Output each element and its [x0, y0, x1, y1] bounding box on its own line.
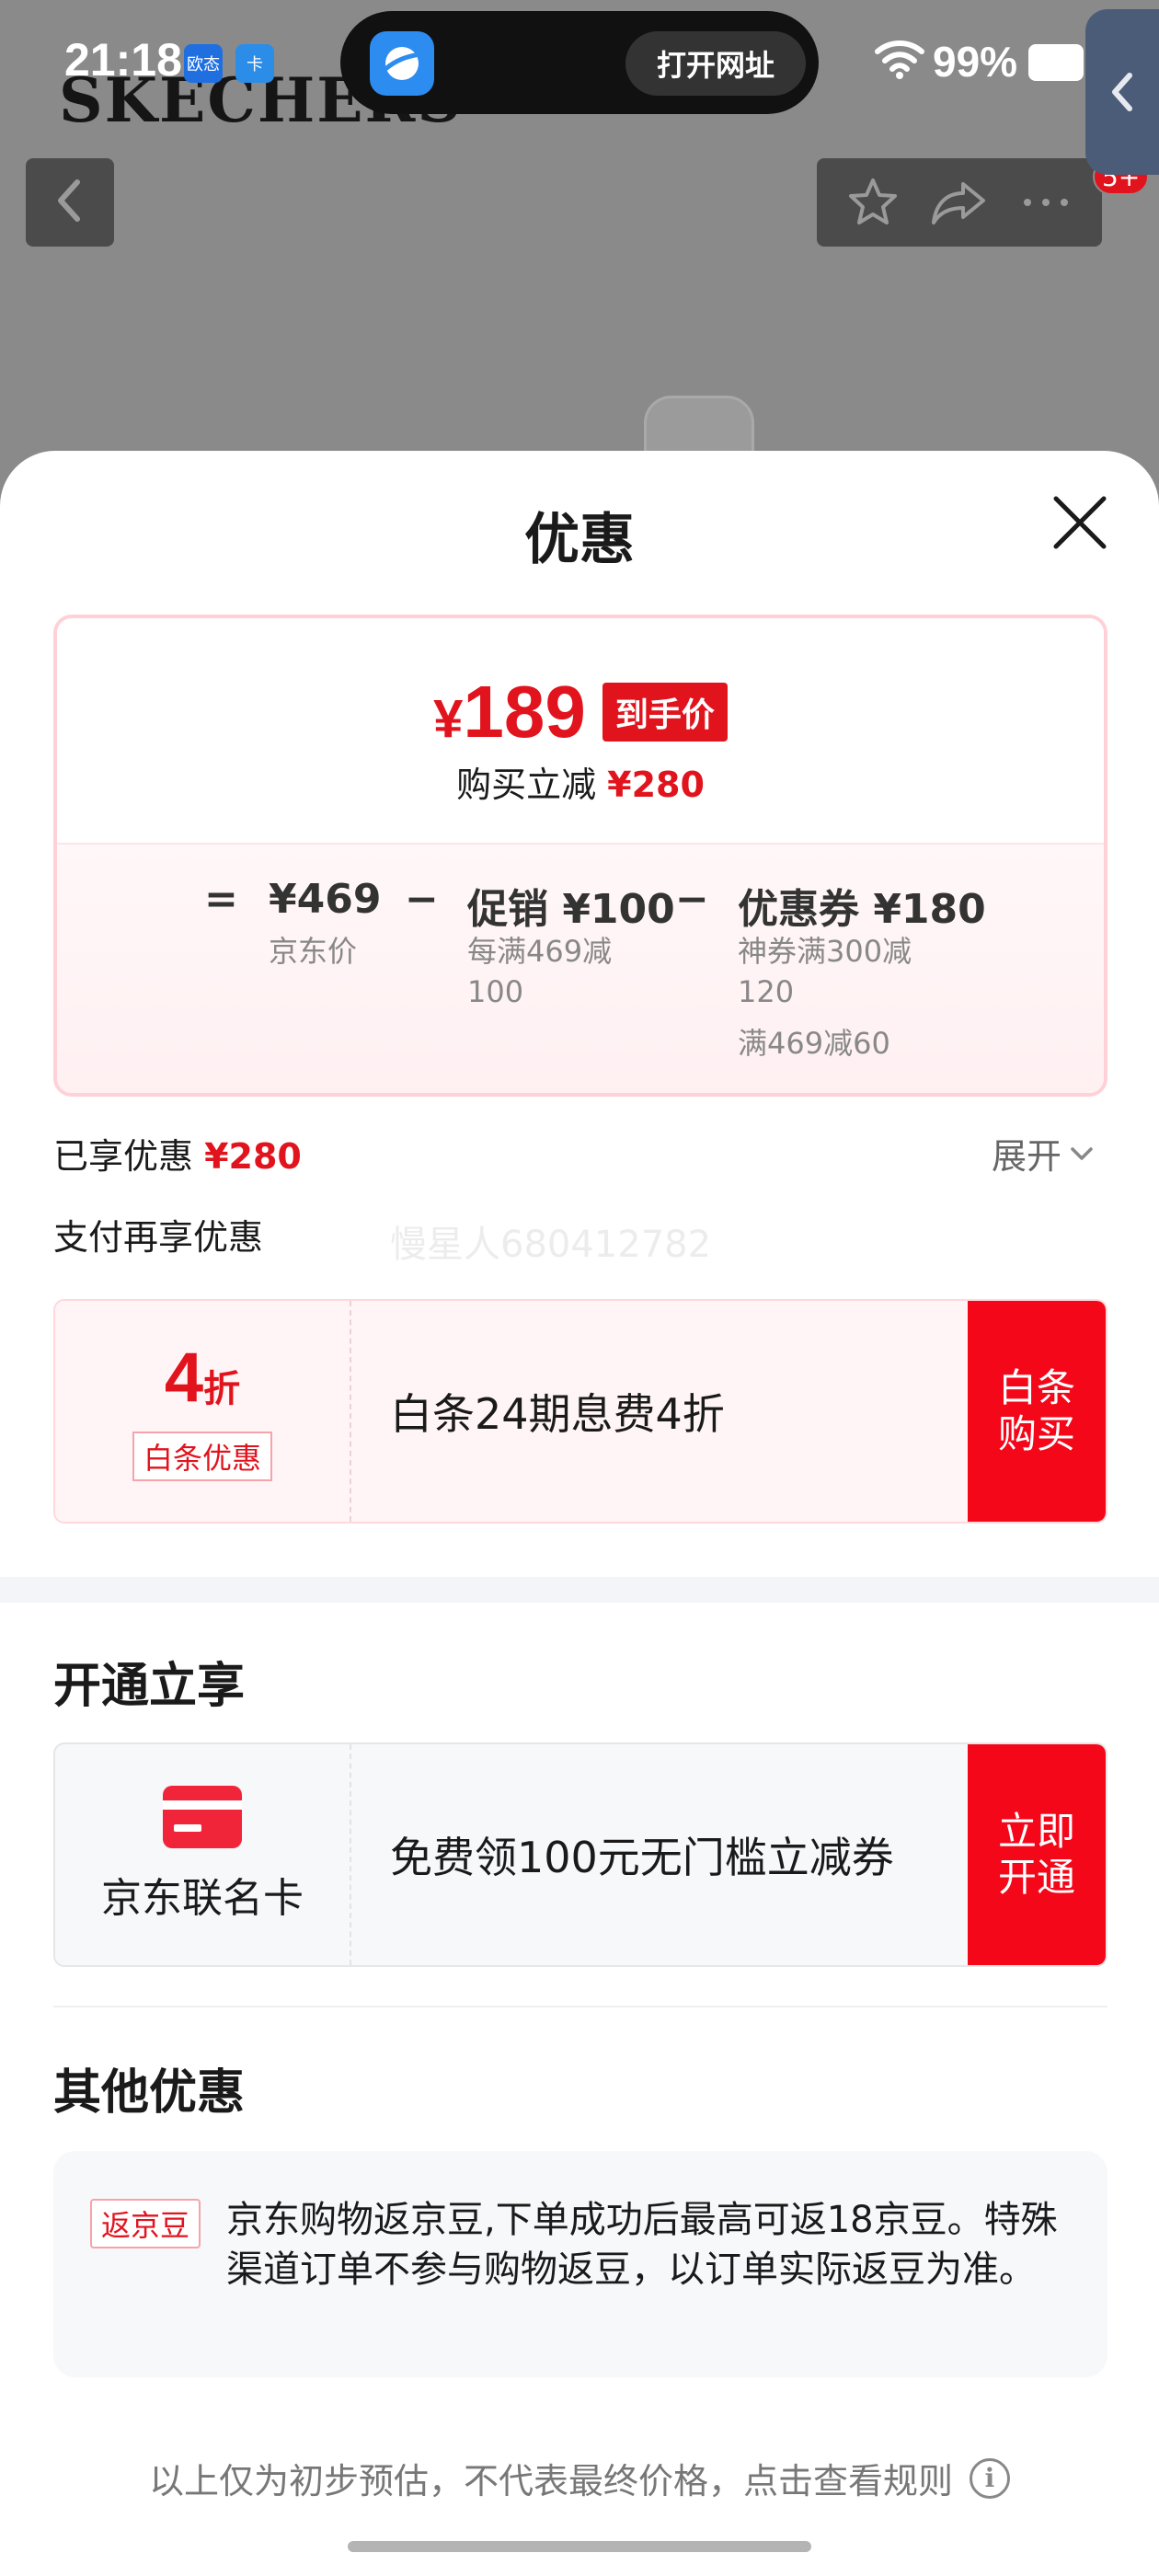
baitiao-discount: 4折 白条优惠: [55, 1301, 351, 1522]
promo-rule-cont: 100: [467, 974, 524, 1009]
price-summary-card: ¥189 到手价 购买立减 ¥280 = ¥469 京东价 − 促销 ¥100 …: [53, 615, 1107, 1097]
baitiao-description: 白条24期息费4折: [390, 1389, 725, 1439]
more-button[interactable]: [1009, 166, 1083, 239]
share-icon: [932, 182, 985, 224]
other-section-title: 其他优惠: [53, 2065, 246, 2121]
baitiao-offer-card: 4折 白条优惠 白条24期息费4折 白条 购买: [53, 1299, 1107, 1524]
watermark: 慢星人680412782: [390, 1224, 712, 1266]
app-notification-icon: 卡: [235, 44, 274, 83]
close-icon: [1053, 496, 1107, 549]
more-icon: [1024, 199, 1068, 206]
pay-more-label: 支付再享优惠: [53, 1217, 264, 1258]
top-actions: [817, 158, 1102, 247]
bean-offer-text: 京东购物返京豆,下单成功后最高可返18京豆。特殊渠道订单不参与购物返豆，以订单实…: [226, 2199, 1058, 2291]
final-price: ¥189: [433, 671, 586, 753]
baitiao-tag: 白条优惠: [132, 1432, 272, 1481]
home-indicator[interactable]: [348, 2541, 811, 2552]
baitiao-buy-button[interactable]: 白条 购买: [968, 1301, 1106, 1522]
coupon-rule: 神券满300减: [738, 934, 912, 969]
back-button[interactable]: [26, 158, 114, 247]
jd-price-label: 京东价: [269, 934, 358, 969]
browser-app-icon[interactable]: [370, 31, 434, 96]
coupon-amount: 优惠券 ¥180: [738, 886, 986, 933]
sheet-title: 优惠: [524, 508, 635, 572]
battery-percentage: 99%: [933, 38, 1018, 86]
card-name: 京东联名卡: [101, 1875, 304, 1922]
open-section-title: 开通立享: [53, 1659, 246, 1714]
star-icon: [849, 178, 897, 224]
promo-rule: 每满469减: [467, 934, 613, 969]
enjoyed-discount-value: ¥280: [204, 1136, 302, 1177]
card-offer-description: 免费领100元无门槛立减券: [390, 1833, 894, 1882]
credit-card-icon: [163, 1786, 242, 1848]
footer-note-text: 以上仅为初步预估，不代表最终价格，点击查看规则: [148, 2461, 953, 2501]
card-offer-brand: 京东联名卡: [55, 1744, 351, 1965]
expand-label: 展开: [992, 1136, 1062, 1177]
minus-sign: −: [405, 876, 439, 923]
saving-value: ¥280: [607, 765, 705, 805]
promo-amount: 促销 ¥100: [467, 886, 675, 933]
price-breakdown: = ¥469 京东价 − 促销 ¥100 每满469减 100 − 优惠券 ¥1…: [57, 845, 1104, 1093]
battery-icon: [1028, 44, 1084, 81]
favorite-button[interactable]: [836, 166, 910, 239]
final-price-section: ¥189 到手价 购买立减 ¥280: [57, 618, 1104, 845]
coupon-rule-cont: 120: [738, 974, 795, 1009]
open-url-button[interactable]: 打开网址: [625, 31, 806, 96]
dynamic-island: 打开网址: [340, 11, 819, 114]
card-offer-card: 京东联名卡 免费领100元无门槛立减券 立即 开通: [53, 1742, 1107, 1967]
open-card-button[interactable]: 立即 开通: [968, 1744, 1106, 1965]
enjoyed-discount: 已享优惠 ¥280: [53, 1136, 302, 1177]
wifi-icon: [874, 39, 925, 83]
minus-sign: −: [675, 876, 709, 923]
status-bar: 21:18 欧态 卡 打开网址 99%: [0, 0, 1159, 129]
clock: 21:18: [64, 34, 182, 86]
bean-tag: 返京豆: [90, 2199, 201, 2248]
expand-button[interactable]: 展开: [992, 1128, 1095, 1179]
close-button[interactable]: [1047, 489, 1113, 556]
saving-summary: 购买立减 ¥280: [456, 765, 705, 805]
chevron-left-icon: [52, 175, 88, 230]
coupon-rule-2: 满469减60: [738, 1026, 890, 1061]
bean-offer-card: 返京豆 京东购物返京豆,下单成功后最高可返18京豆。特殊渠道订单不参与购物返豆，…: [53, 2151, 1107, 2377]
rules-link[interactable]: 以上仅为初步预估，不代表最终价格，点击查看规则 i: [0, 2453, 1159, 2503]
share-button[interactable]: [923, 166, 996, 239]
chevron-down-icon: [1071, 1146, 1093, 1160]
final-price-tag: 到手价: [602, 683, 728, 742]
equals-sign: =: [204, 876, 238, 923]
offers-sheet: 优惠 ¥189 到手价 购买立减 ¥280 = ¥469 京东价 − 促销 ¥1…: [0, 451, 1159, 2576]
info-icon: i: [970, 2457, 1010, 2499]
app-notification-icon: 欧态: [184, 44, 223, 83]
divider: [53, 2006, 1107, 2007]
jd-price: ¥469: [269, 876, 382, 923]
section-divider: [0, 1577, 1159, 1603]
